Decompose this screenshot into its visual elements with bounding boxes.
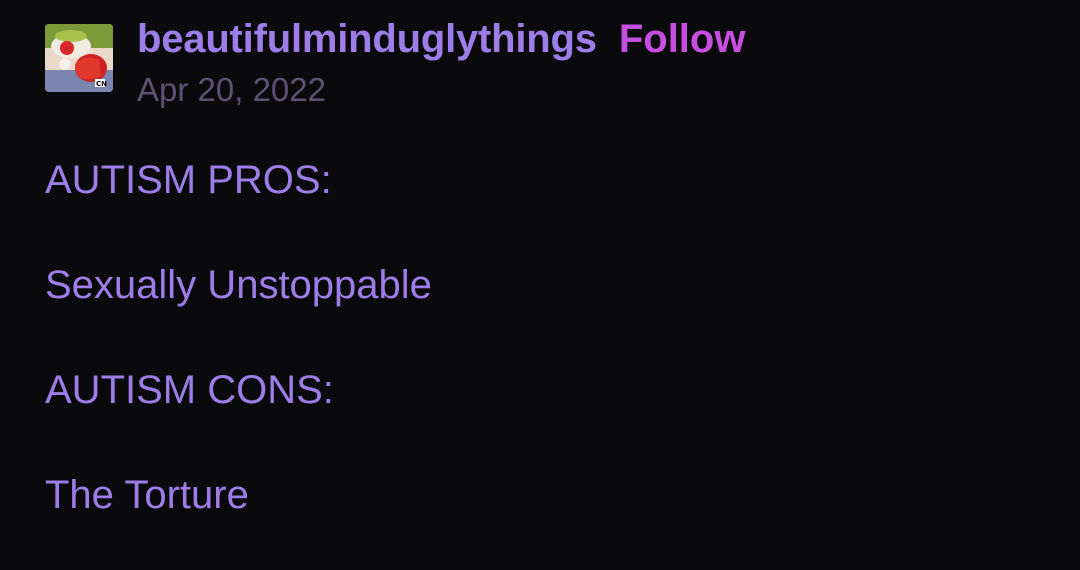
post-body: AUTISM PROS: Sexually Unstoppable AUTISM… — [45, 150, 1035, 570]
avatar[interactable]: CN — [45, 24, 113, 92]
svg-text:CN: CN — [96, 80, 107, 88]
cartoon-character-avatar-icon: CN — [45, 24, 113, 92]
blog-name-link[interactable]: beautifulminduglythings — [137, 14, 597, 64]
follow-button[interactable]: Follow — [619, 14, 746, 64]
post-text-line: Sexually Unstoppable — [45, 263, 432, 307]
name-row: beautifulminduglythings Follow — [137, 14, 745, 64]
post-text-line: AUTISM PROS: — [45, 158, 332, 202]
post-meta: beautifulminduglythings Follow Apr 20, 2… — [137, 14, 745, 108]
post-text-line: AUTISM CONS: — [45, 368, 334, 412]
post-text-line: The Torture — [45, 473, 249, 517]
post-date: Apr 20, 2022 — [137, 71, 326, 108]
post-header: CN beautifulminduglythings Follow Apr 20… — [45, 14, 745, 108]
